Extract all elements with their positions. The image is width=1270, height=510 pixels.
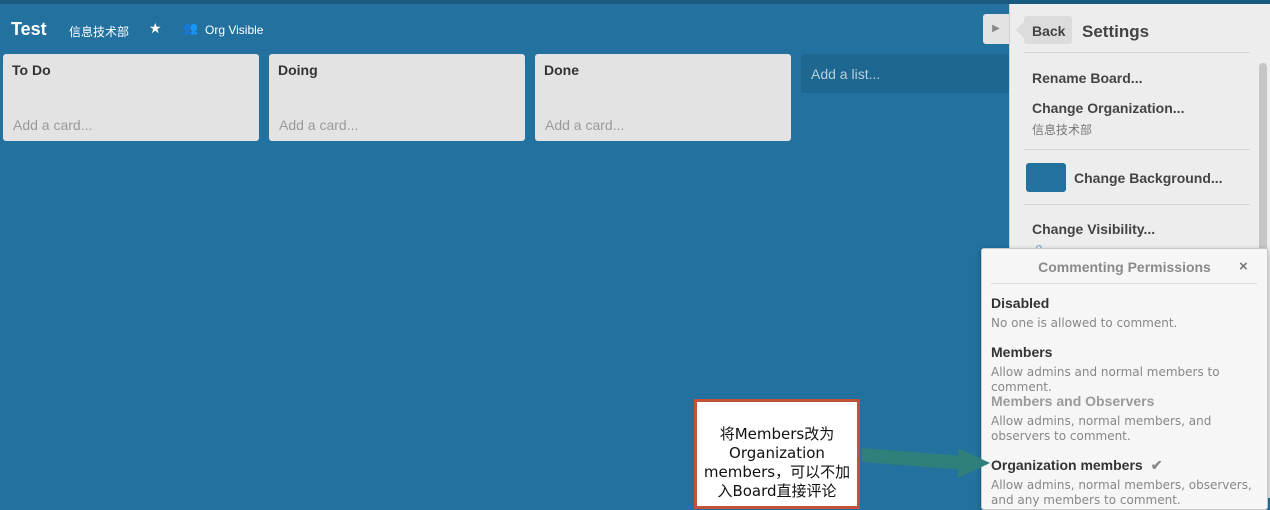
current-organization: 信息技术部 — [1032, 123, 1093, 137]
divider — [1024, 204, 1250, 205]
option-members-desc: Allow admins and normal members to comme… — [991, 365, 1220, 394]
add-list-placeholder: Add a list... — [811, 66, 881, 82]
list-done: Done Add a card... — [535, 54, 791, 141]
list-doing: Doing Add a card... — [269, 54, 525, 141]
rename-board-link[interactable]: Rename Board... — [1032, 70, 1142, 86]
change-visibility-link[interactable]: Change Visibility... — [1032, 221, 1155, 237]
annotation-callout: 将Members改为Organization members，可以不加入Boar… — [694, 399, 860, 509]
people-icon: 👥 — [183, 21, 198, 35]
commenting-permissions-popover: Commenting Permissions × Disabled No one… — [981, 248, 1268, 510]
divider — [1024, 52, 1250, 53]
back-button[interactable]: Back — [1016, 16, 1072, 44]
back-button-label: Back — [1032, 23, 1066, 39]
popover-title: Commenting Permissions — [1038, 259, 1211, 275]
background-swatch[interactable] — [1026, 163, 1066, 192]
close-icon[interactable]: × — [1239, 258, 1248, 275]
option-disabled-desc: No one is allowed to comment. — [991, 316, 1178, 330]
option-members-observers[interactable]: Members and Observers — [991, 393, 1154, 409]
board-org-link[interactable]: 信息技术部 — [69, 23, 129, 40]
star-icon[interactable]: ★ — [149, 20, 162, 37]
add-card-link[interactable]: Add a card... — [545, 117, 624, 133]
callout-text: 将Members改为Organization members，可以不加入Boar… — [703, 425, 851, 500]
option-organization-members[interactable]: Organization members ✔ — [991, 457, 1162, 474]
board-header: Test 信息技术部 ★ 👥 Org Visible — [0, 4, 980, 54]
option-disabled[interactable]: Disabled — [991, 295, 1049, 311]
sidebar-title: Settings — [1082, 22, 1150, 41]
add-card-link[interactable]: Add a card... — [279, 117, 358, 133]
divider — [991, 283, 1257, 284]
option-members[interactable]: Members — [991, 344, 1052, 360]
option-organization-members-label: Organization members — [991, 457, 1143, 473]
list-todo: To Do Add a card... — [3, 54, 259, 141]
option-organization-members-desc: Allow admins, normal members, observers,… — [991, 478, 1252, 507]
option-members-observers-desc: Allow admins, normal members, and observ… — [991, 414, 1212, 443]
add-card-link[interactable]: Add a card... — [13, 117, 92, 133]
play-icon: ▶ — [992, 23, 1000, 34]
change-background-link[interactable]: Change Background... — [1074, 170, 1223, 186]
board-title[interactable]: Test — [11, 19, 47, 40]
sidebar-toggle-button[interactable]: ▶ — [983, 14, 1009, 44]
list-title[interactable]: To Do — [12, 62, 51, 78]
divider — [1024, 149, 1250, 150]
add-list-input[interactable]: Add a list... — [801, 54, 1011, 93]
change-organization-link[interactable]: Change Organization... — [1032, 100, 1184, 116]
arrow-shaft — [862, 448, 965, 470]
checkmark-icon: ✔ — [1150, 457, 1163, 473]
list-title[interactable]: Done — [544, 62, 579, 78]
list-title[interactable]: Doing — [278, 62, 318, 78]
visibility-label[interactable]: Org Visible — [205, 23, 263, 37]
